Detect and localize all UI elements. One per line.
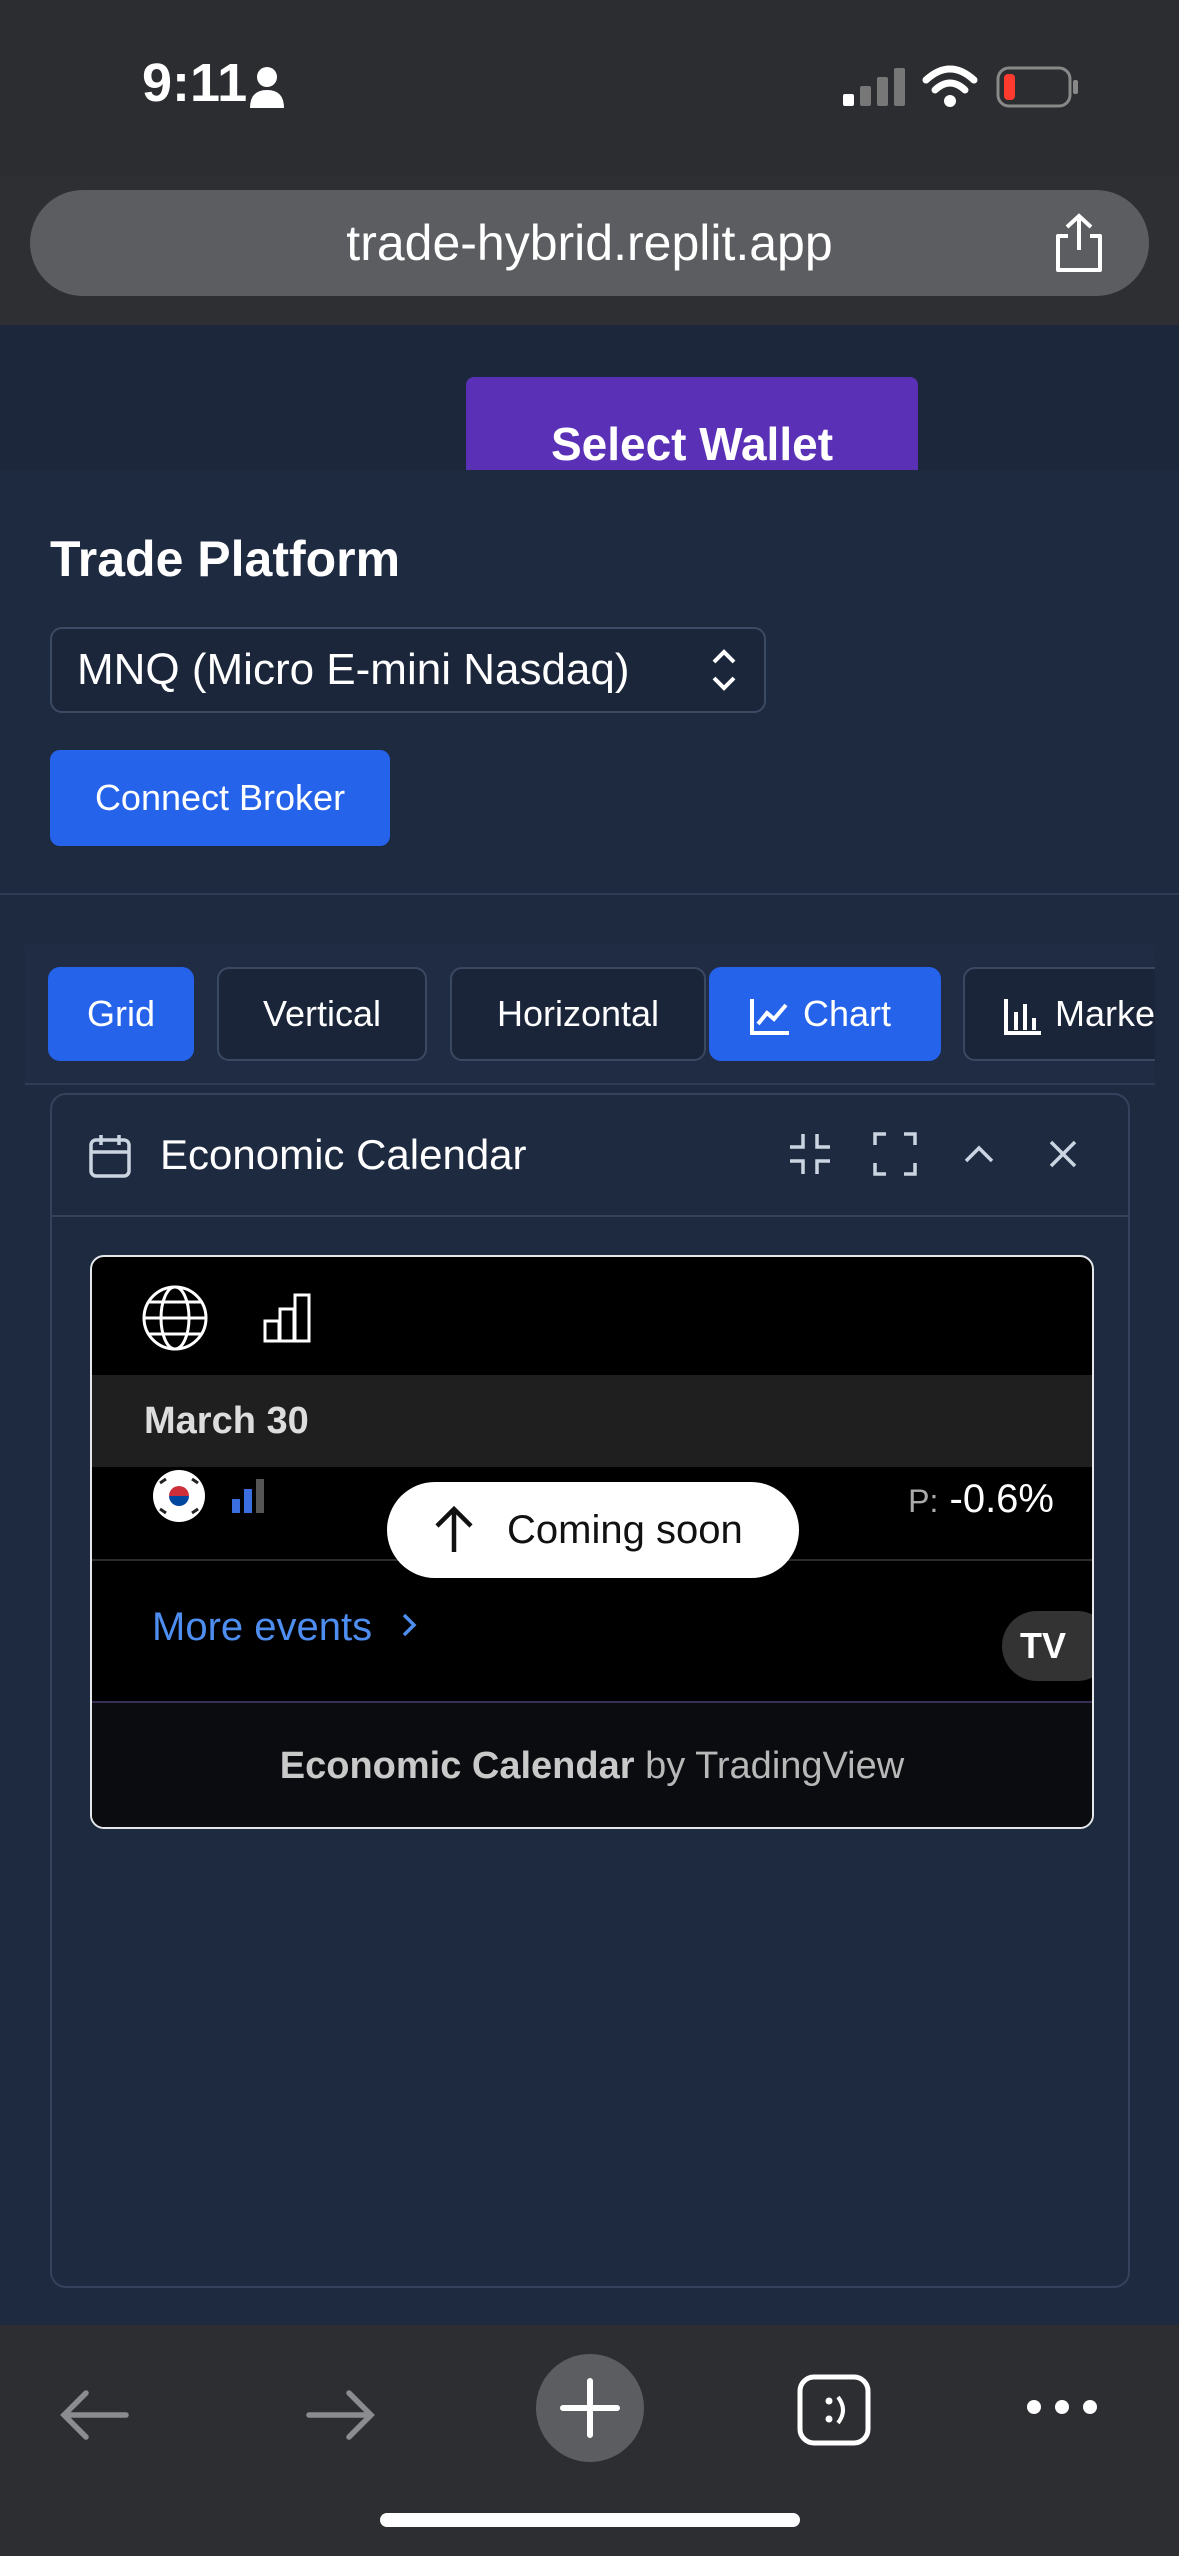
page-title: Trade Platform xyxy=(50,531,401,587)
more-events-label: More events xyxy=(152,1605,373,1649)
calendar-date: March 30 xyxy=(92,1375,1092,1467)
status-bar: 9:11 xyxy=(0,0,1179,175)
tab-horizontal[interactable]: Horizontal xyxy=(450,967,706,1061)
coming-soon-label: Coming soon xyxy=(507,1508,743,1552)
footer-attribution: by TradingView xyxy=(634,1745,905,1787)
select-wallet-button[interactable]: Select Wallet xyxy=(466,377,918,470)
minimize-icon[interactable] xyxy=(785,1129,835,1179)
back-arrow-icon[interactable] xyxy=(58,2385,130,2445)
instrument-select-value: MNQ (Micro E-mini Nasdaq) xyxy=(77,645,630,694)
collapse-icon[interactable] xyxy=(954,1129,1004,1179)
panel-header: Economic Calendar xyxy=(52,1095,1128,1217)
widget-footer[interactable]: Economic Calendar by TradingView xyxy=(92,1701,1092,1827)
chevron-updown-icon xyxy=(712,649,736,691)
tab-vertical[interactable]: Vertical xyxy=(217,967,427,1061)
tabs-icon[interactable] xyxy=(796,2373,874,2447)
battery-icon xyxy=(996,66,1078,108)
korea-flag-icon xyxy=(153,1470,205,1522)
close-icon[interactable] xyxy=(1038,1129,1088,1179)
person-icon xyxy=(250,67,284,108)
event-previous-value: P: -0.6% xyxy=(908,1477,1054,1522)
chevron-right-icon xyxy=(402,1613,417,1637)
layout-tabs: Grid Vertical Horizontal Chart Market xyxy=(25,945,1155,1085)
address-bar[interactable]: trade-hybrid.replit.app xyxy=(30,190,1149,296)
previous-value: -0.6% xyxy=(949,1477,1055,1521)
importance-bars-icon[interactable] xyxy=(262,1291,314,1343)
calendar-icon xyxy=(89,1135,131,1178)
more-menu-icon[interactable] xyxy=(1022,2395,1102,2419)
tab-grid[interactable]: Grid xyxy=(48,967,194,1061)
bar-chart-icon xyxy=(1004,999,1041,1036)
more-events-link[interactable]: More events xyxy=(152,1605,419,1650)
trade-platform-panel: Trade Platform MNQ (Micro E-mini Nasdaq)… xyxy=(0,470,1179,895)
share-icon[interactable] xyxy=(1050,212,1108,274)
instrument-select[interactable]: MNQ (Micro E-mini Nasdaq) xyxy=(50,627,766,713)
wifi-icon xyxy=(922,65,978,107)
forward-arrow-icon[interactable] xyxy=(305,2385,377,2445)
tab-chart[interactable]: Chart xyxy=(709,967,941,1061)
status-time: 9:11 xyxy=(142,53,248,113)
tradingview-calendar-widget: March 30 P: -0.6% Coming soon More event… xyxy=(90,1255,1094,1829)
connect-broker-button[interactable]: Connect Broker xyxy=(50,750,390,846)
line-chart-icon xyxy=(750,999,789,1036)
wallet-header: Select Wallet xyxy=(0,325,1179,470)
coming-soon-pill[interactable]: Coming soon xyxy=(387,1482,799,1578)
arrow-up-icon xyxy=(435,1505,473,1552)
maximize-icon[interactable] xyxy=(870,1129,920,1179)
tab-chart-label: Chart xyxy=(803,993,892,1034)
home-indicator xyxy=(380,2513,800,2527)
url-text: trade-hybrid.replit.app xyxy=(346,215,833,271)
economic-calendar-panel: Economic Calendar March 30 P: -0.6% Comi… xyxy=(50,1093,1130,2288)
importance-level-icon xyxy=(232,1479,264,1513)
tab-market[interactable]: Market xyxy=(963,967,1155,1061)
panel-title: Economic Calendar xyxy=(160,1131,527,1178)
signal-icon xyxy=(843,68,905,106)
tradingview-logo[interactable]: TV xyxy=(1002,1611,1092,1681)
previous-prefix: P: xyxy=(908,1483,939,1519)
globe-icon[interactable] xyxy=(140,1283,210,1353)
new-tab-icon[interactable] xyxy=(535,2353,645,2463)
tab-market-label: Market xyxy=(1055,993,1155,1034)
footer-title: Economic Calendar xyxy=(279,1745,635,1787)
